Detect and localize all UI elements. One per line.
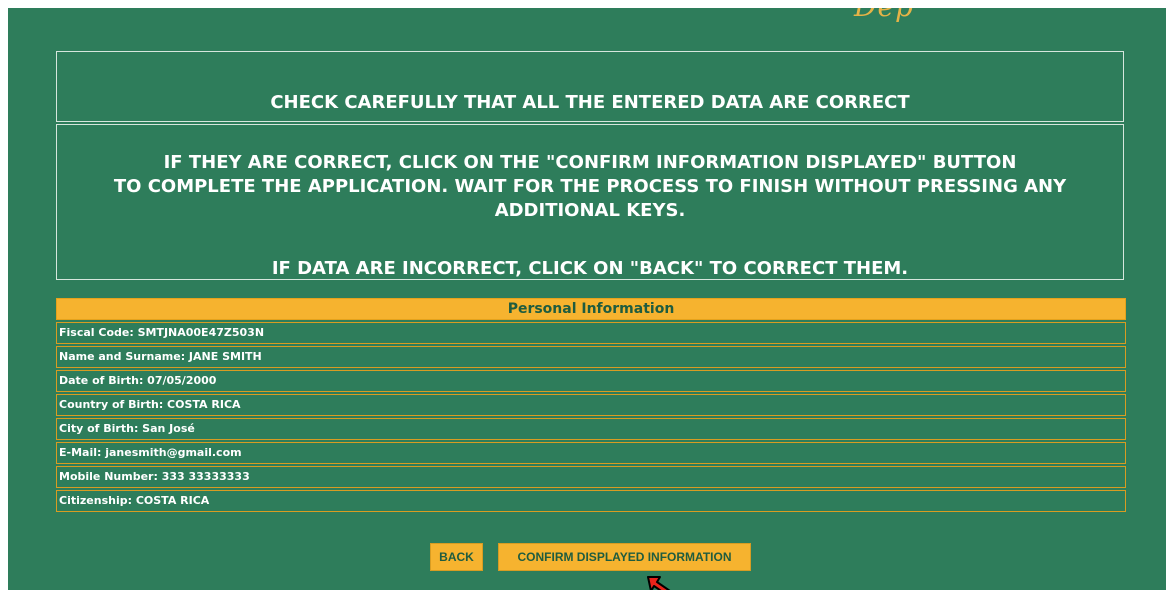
instructions-notice-box: IF THEY ARE CORRECT, CLICK ON THE "CONFI…: [56, 124, 1124, 280]
back-button[interactable]: BACK: [430, 543, 483, 571]
personal-information-header: Personal Information: [56, 298, 1126, 320]
info-row-mobile-number: Mobile Number: 333 33333333: [56, 466, 1126, 488]
confirm-instructions-line-2: TO COMPLETE THE APPLICATION. WAIT FOR TH…: [113, 176, 1067, 197]
confirm-instructions-line-3: ADDITIONAL KEYS.: [494, 200, 686, 221]
back-instructions: IF DATA ARE INCORRECT, CLICK ON "BACK" T…: [271, 258, 909, 279]
info-row-city-of-birth: City of Birth: San José: [56, 418, 1126, 440]
mouse-cursor-arrow-icon: [647, 576, 671, 590]
info-row-citizenship: Citizenship: COSTA RICA: [56, 490, 1126, 512]
confirm-instructions: IF THEY ARE CORRECT, CLICK ON THE "CONFI…: [57, 151, 1123, 223]
check-notice-box: CHECK CAREFULLY THAT ALL THE ENTERED DAT…: [56, 51, 1124, 122]
info-row-country-of-birth: Country of Birth: COSTA RICA: [56, 394, 1126, 416]
personal-information-table: Personal Information Fiscal Code: SMTJNA…: [56, 298, 1126, 512]
info-row-name-surname: Name and Surname: JANE SMITH: [56, 346, 1126, 368]
confirm-instructions-line-1: IF THEY ARE CORRECT, CLICK ON THE "CONFI…: [163, 152, 1017, 173]
confirm-displayed-information-button[interactable]: CONFIRM DISPLAYED INFORMATION: [498, 543, 751, 571]
header-logo-fragment: Dep: [854, 8, 914, 23]
info-row-fiscal-code: Fiscal Code: SMTJNA00E47Z503N: [56, 322, 1126, 344]
application-review-page: Dep CHECK CAREFULLY THAT ALL THE ENTERED…: [8, 8, 1166, 590]
check-notice-text: CHECK CAREFULLY THAT ALL THE ENTERED DAT…: [270, 92, 910, 113]
info-row-email: E-Mail: janesmith@gmail.com: [56, 442, 1126, 464]
info-row-date-of-birth: Date of Birth: 07/05/2000: [56, 370, 1126, 392]
